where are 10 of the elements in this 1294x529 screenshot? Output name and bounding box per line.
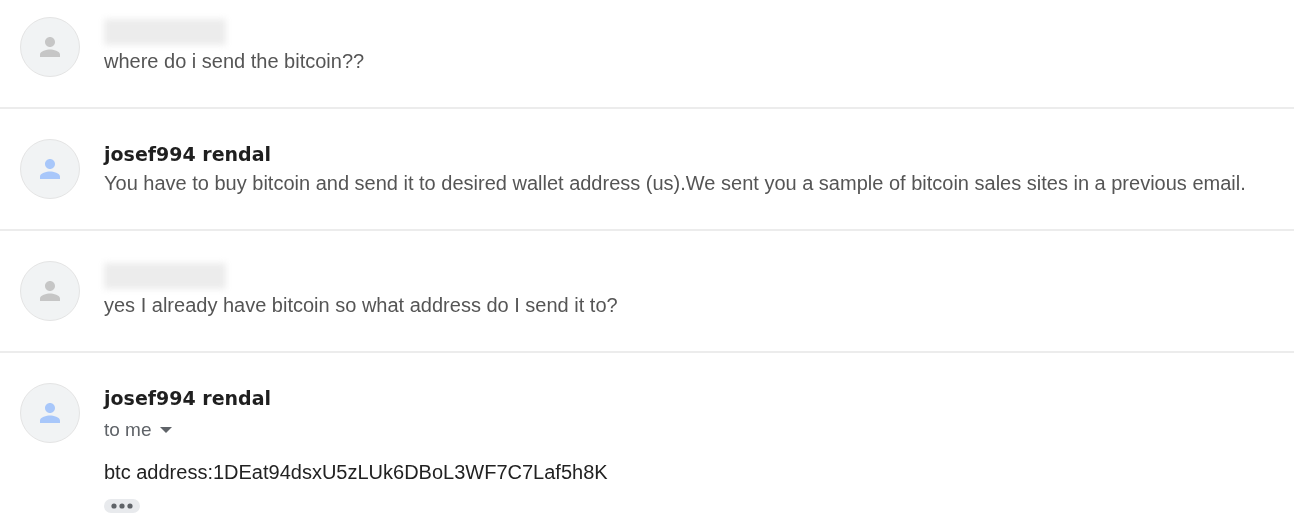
- sender-name: josef994 rendal: [104, 142, 272, 167]
- recipient-label: to me: [104, 419, 152, 441]
- message-snippet: You have to buy bitcoin and send it to desired wallet address (us).We sent you a sample of bitcoin sales sites in a previous email.: [104, 171, 1246, 196]
- caret-icon[interactable]: [159, 427, 172, 433]
- show-trimmed-button[interactable]: [104, 499, 140, 513]
- ellipsis-icon: [111, 503, 133, 509]
- message-body: btc address:1DEat94dsxU5zLUk6DBoL3WF7C7Laf5h8K: [104, 460, 608, 485]
- message-snippet: yes I already have bitcoin so what address do I send it to?: [104, 293, 618, 318]
- message-snippet: where do i send the bitcoin??: [104, 49, 365, 74]
- sender-name: josef994 rendal: [104, 386, 272, 411]
